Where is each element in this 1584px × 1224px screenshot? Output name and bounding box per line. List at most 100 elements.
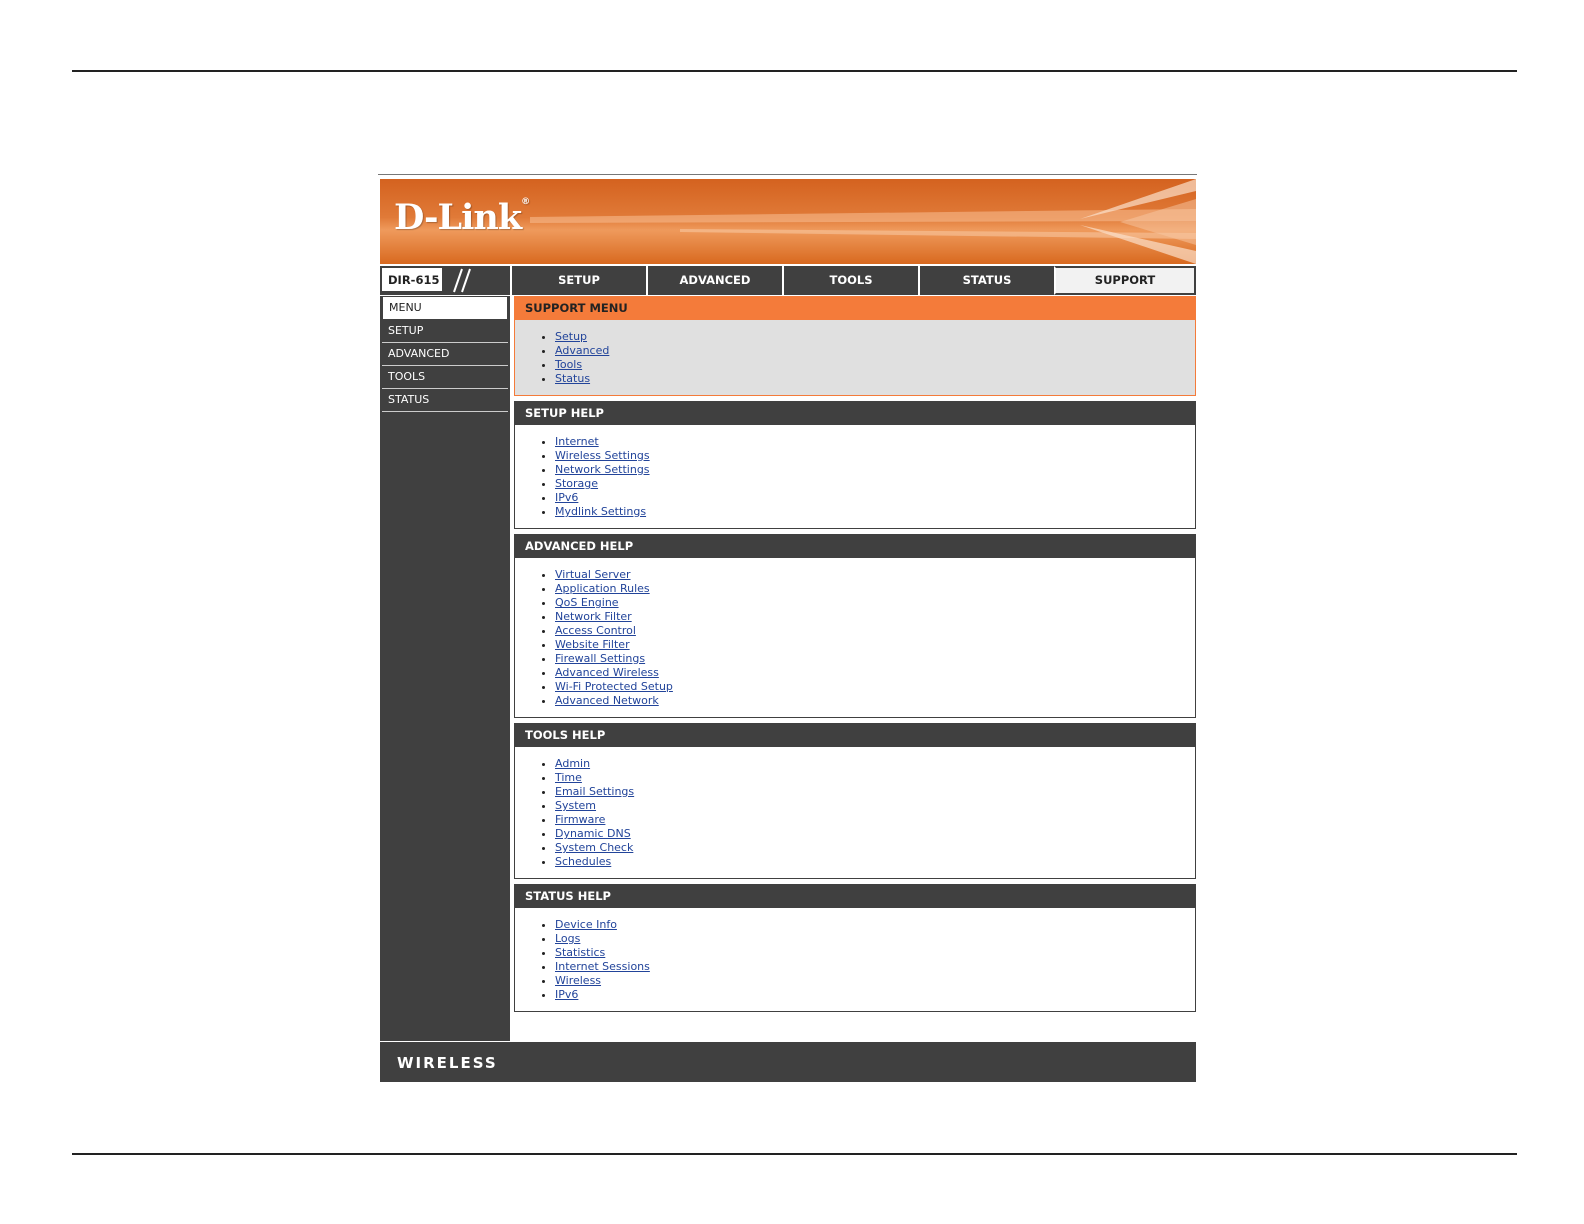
tab-status[interactable]: STATUS <box>918 266 1054 295</box>
help-link-time[interactable]: Time <box>555 771 582 784</box>
help-link-storage[interactable]: Storage <box>555 477 598 490</box>
list-item: QoS Engine <box>555 596 1195 610</box>
top-navigation: DIR-615 SETUP ADVANCED TOOLS STATUS SUPP… <box>380 266 1196 295</box>
help-link-access-control[interactable]: Access Control <box>555 624 636 637</box>
help-link-network-filter[interactable]: Network Filter <box>555 610 632 623</box>
router-admin-window: D-Link® DIR-615 SETUP ADVANCED TOOLS STA… <box>378 174 1197 1094</box>
page-top-rule <box>72 70 1517 72</box>
list-item: Firmware <box>555 813 1195 827</box>
tab-setup[interactable]: SETUP <box>510 266 646 295</box>
list-item: Dynamic DNS <box>555 827 1195 841</box>
help-link-advanced[interactable]: Advanced <box>555 344 609 357</box>
help-section-setup-help: SETUP HELP InternetWireless SettingsNetwo… <box>514 401 1196 529</box>
list-item: Time <box>555 771 1195 785</box>
link-list: AdminTimeEmail SettingsSystemFirmwareDyn… <box>515 757 1195 869</box>
help-link-logs[interactable]: Logs <box>555 932 580 945</box>
tab-label: SUPPORT <box>1094 273 1156 287</box>
help-link-statistics[interactable]: Statistics <box>555 946 605 959</box>
help-link-application-rules[interactable]: Application Rules <box>555 582 650 595</box>
sidebar: MENU SETUP ADVANCED TOOLS STATUS <box>380 296 510 1041</box>
help-link-firmware[interactable]: Firmware <box>555 813 605 826</box>
tab-advanced[interactable]: ADVANCED <box>646 266 782 295</box>
help-section-advanced-help: ADVANCED HELP Virtual ServerApplication R… <box>514 534 1196 718</box>
help-link-ipv6[interactable]: IPv6 <box>555 988 578 1001</box>
list-item: Tools <box>555 358 1195 372</box>
help-link-advanced-wireless[interactable]: Advanced Wireless <box>555 666 659 679</box>
sidebar-item-status[interactable]: STATUS <box>382 389 508 412</box>
list-item: Advanced <box>555 344 1195 358</box>
list-item: Internet <box>555 435 1195 449</box>
sidebar-item-tools[interactable]: TOOLS <box>382 366 508 389</box>
sidebar-item-advanced[interactable]: ADVANCED <box>382 343 508 366</box>
help-link-status[interactable]: Status <box>555 372 590 385</box>
help-link-email-settings[interactable]: Email Settings <box>555 785 634 798</box>
list-item: IPv6 <box>555 988 1195 1002</box>
tab-label: TOOLS <box>829 273 873 287</box>
logo-text: D-Link <box>394 197 522 238</box>
list-item: Advanced Network <box>555 694 1195 708</box>
help-link-advanced-network[interactable]: Advanced Network <box>555 694 659 707</box>
section-title: SUPPORT MENU <box>515 297 1195 320</box>
link-list: SetupAdvancedToolsStatus <box>515 330 1195 386</box>
tab-tools[interactable]: TOOLS <box>782 266 918 295</box>
list-item: Network Filter <box>555 610 1195 624</box>
help-section-tools-help: TOOLS HELP AdminTimeEmail SettingsSystemF… <box>514 723 1196 879</box>
list-item: Access Control <box>555 624 1195 638</box>
help-link-mydlink-settings[interactable]: Mydlink Settings <box>555 505 646 518</box>
help-link-wi-fi-protected-setup[interactable]: Wi-Fi Protected Setup <box>555 680 673 693</box>
help-link-dynamic-dns[interactable]: Dynamic DNS <box>555 827 631 840</box>
list-item: System <box>555 799 1195 813</box>
list-item: Schedules <box>555 855 1195 869</box>
link-list: Device InfoLogsStatisticsInternet Sessio… <box>515 918 1195 1002</box>
list-item: Virtual Server <box>555 568 1195 582</box>
list-item: Mydlink Settings <box>555 505 1195 519</box>
sidebar-item-menu[interactable]: MENU <box>382 296 508 320</box>
help-link-admin[interactable]: Admin <box>555 757 590 770</box>
sidebar-item-label: TOOLS <box>388 370 426 383</box>
help-link-internet-sessions[interactable]: Internet Sessions <box>555 960 650 973</box>
help-link-virtual-server[interactable]: Virtual Server <box>555 568 631 581</box>
help-link-ipv6[interactable]: IPv6 <box>555 491 578 504</box>
list-item: System Check <box>555 841 1195 855</box>
help-link-system-check[interactable]: System Check <box>555 841 633 854</box>
list-item: Website Filter <box>555 638 1195 652</box>
link-list: InternetWireless SettingsNetwork Setting… <box>515 435 1195 519</box>
dlink-logo: D-Link® <box>394 197 530 238</box>
help-link-system[interactable]: System <box>555 799 596 812</box>
help-link-tools[interactable]: Tools <box>555 358 582 371</box>
page-bottom-rule <box>72 1153 1517 1155</box>
list-item: Firewall Settings <box>555 652 1195 666</box>
list-item: Advanced Wireless <box>555 666 1195 680</box>
help-link-network-settings[interactable]: Network Settings <box>555 463 650 476</box>
list-item: Admin <box>555 757 1195 771</box>
section-title: ADVANCED HELP <box>515 535 1195 558</box>
list-item: Device Info <box>555 918 1195 932</box>
list-item: Statistics <box>555 946 1195 960</box>
list-item: Wireless Settings <box>555 449 1195 463</box>
help-link-qos-engine[interactable]: QoS Engine <box>555 596 619 609</box>
help-link-device-info[interactable]: Device Info <box>555 918 617 931</box>
help-link-internet[interactable]: Internet <box>555 435 599 448</box>
list-item: Wireless <box>555 974 1195 988</box>
list-item: IPv6 <box>555 491 1195 505</box>
help-link-website-filter[interactable]: Website Filter <box>555 638 630 651</box>
help-link-schedules[interactable]: Schedules <box>555 855 611 868</box>
help-link-wireless[interactable]: Wireless <box>555 974 601 987</box>
tab-support[interactable]: SUPPORT <box>1054 266 1196 295</box>
tab-label: ADVANCED <box>679 273 751 287</box>
section-title: SETUP HELP <box>515 402 1195 425</box>
model-label: DIR-615 <box>381 267 443 292</box>
help-section-support-menu: SUPPORT MENU SetupAdvancedToolsStatus <box>514 296 1196 396</box>
header-banner: D-Link® <box>380 179 1196 264</box>
link-list: Virtual ServerApplication RulesQoS Engin… <box>515 568 1195 708</box>
sidebar-item-label: MENU <box>389 301 422 314</box>
footer-bar: WIRELESS <box>380 1042 1196 1082</box>
list-item: Wi-Fi Protected Setup <box>555 680 1195 694</box>
help-link-firewall-settings[interactable]: Firewall Settings <box>555 652 645 665</box>
sidebar-item-setup[interactable]: SETUP <box>382 320 508 343</box>
help-link-setup[interactable]: Setup <box>555 330 587 343</box>
tab-label: SETUP <box>558 273 600 287</box>
help-link-wireless-settings[interactable]: Wireless Settings <box>555 449 650 462</box>
list-item: Setup <box>555 330 1195 344</box>
list-item: Network Settings <box>555 463 1195 477</box>
